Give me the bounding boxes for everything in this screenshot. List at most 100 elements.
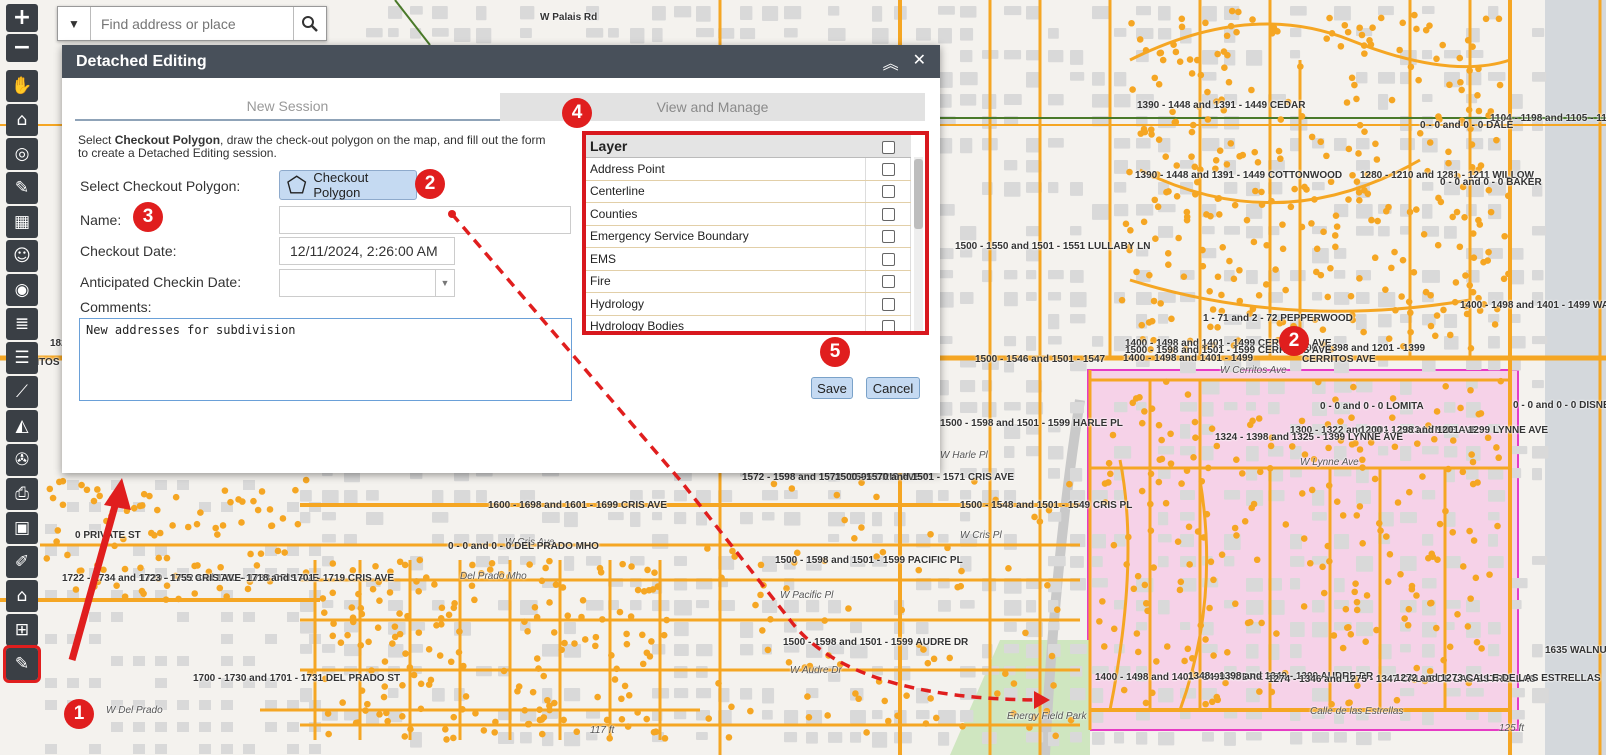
layer-checkbox[interactable] bbox=[881, 230, 895, 244]
address-point bbox=[1279, 221, 1286, 228]
layer-row[interactable]: Hydrology bbox=[586, 292, 911, 316]
search-source-dropdown[interactable]: ▼ bbox=[58, 7, 91, 40]
address-point bbox=[425, 681, 433, 688]
grid-button[interactable]: ⊞ bbox=[6, 614, 38, 646]
layer-checkbox[interactable] bbox=[881, 297, 895, 311]
building bbox=[1202, 446, 1214, 461]
user-check-button[interactable]: ☺ bbox=[6, 240, 38, 272]
checkout-polygon-button[interactable]: Checkout Polygon bbox=[279, 170, 417, 200]
layer-checkbox[interactable] bbox=[881, 252, 895, 266]
building bbox=[1114, 138, 1131, 149]
building bbox=[1092, 336, 1104, 347]
address-point bbox=[898, 606, 906, 614]
address-point bbox=[386, 589, 394, 596]
address-point bbox=[1350, 383, 1357, 391]
search-input[interactable] bbox=[91, 7, 293, 40]
comments-textarea[interactable]: New addresses for subdivision bbox=[79, 318, 572, 401]
building bbox=[960, 226, 977, 241]
home-button[interactable]: ⌂ bbox=[6, 104, 38, 136]
address-point bbox=[1476, 221, 1484, 228]
address-point bbox=[1155, 81, 1163, 88]
layer-checkbox[interactable] bbox=[881, 207, 895, 221]
checkout-polygon-button-label: Checkout Polygon bbox=[313, 170, 369, 200]
address-point bbox=[1192, 434, 1199, 442]
address-point bbox=[279, 515, 287, 522]
address-point bbox=[1469, 43, 1476, 51]
address-point bbox=[825, 652, 832, 659]
clipboard-button[interactable]: ▣ bbox=[6, 512, 38, 544]
save-button[interactable]: Save bbox=[811, 377, 853, 399]
address-point bbox=[1022, 629, 1029, 637]
zoom-in-button[interactable]: + bbox=[6, 4, 38, 32]
address-point bbox=[1313, 245, 1321, 253]
building bbox=[696, 6, 711, 22]
address-point bbox=[1475, 65, 1482, 73]
address-point bbox=[1478, 645, 1485, 652]
address-point bbox=[1214, 50, 1221, 58]
layer-row[interactable]: EMS bbox=[586, 247, 911, 271]
address-point bbox=[1227, 22, 1235, 30]
address-point bbox=[1189, 654, 1196, 662]
address-point bbox=[1218, 551, 1226, 558]
name-field[interactable] bbox=[279, 206, 571, 234]
map-label: 1390 - 1448 and 1391 - 1449 CEDAR bbox=[1137, 100, 1306, 111]
address-point bbox=[1005, 564, 1012, 572]
layer-row[interactable]: Fire bbox=[586, 270, 911, 293]
building bbox=[1246, 468, 1258, 481]
tab-new-session[interactable]: New Session bbox=[75, 93, 500, 121]
detached-editing-icon: ✎ bbox=[14, 653, 30, 674]
layer-row[interactable]: Emergency Service Boundary bbox=[586, 225, 911, 248]
layer-list-scrollbar[interactable] bbox=[914, 157, 923, 331]
locate-button[interactable]: ◎ bbox=[6, 138, 38, 170]
search-button[interactable] bbox=[293, 7, 326, 40]
layers-button[interactable]: ≣ bbox=[6, 308, 38, 340]
address-point bbox=[1491, 321, 1499, 328]
zoom-out-button[interactable]: − bbox=[6, 34, 38, 62]
building bbox=[322, 512, 336, 521]
house-button[interactable]: ⌂ bbox=[6, 580, 38, 612]
select-all-checkbox[interactable] bbox=[881, 140, 895, 154]
building bbox=[1290, 270, 1306, 282]
layer-row[interactable]: Centerline bbox=[586, 180, 911, 203]
address-point bbox=[1446, 81, 1453, 89]
detached-editing-button[interactable]: ✎ bbox=[3, 645, 41, 683]
address-point bbox=[875, 678, 883, 685]
film-button[interactable]: ✇ bbox=[6, 444, 38, 476]
address-point bbox=[752, 601, 759, 609]
list-button[interactable]: ☰ bbox=[6, 342, 38, 374]
layer-row[interactable]: Address Point bbox=[586, 157, 911, 181]
layer-row[interactable]: Hydrology Bodies bbox=[586, 315, 911, 331]
education-button[interactable]: ◭ bbox=[6, 410, 38, 442]
layer-checkbox[interactable] bbox=[881, 185, 895, 199]
address-point bbox=[1472, 574, 1480, 582]
checkout-date-field[interactable]: 12/11/2024, 2:26:00 AM bbox=[279, 237, 455, 265]
building bbox=[1004, 600, 1022, 616]
building bbox=[1092, 204, 1109, 220]
building bbox=[1246, 732, 1262, 741]
building bbox=[1422, 578, 1437, 589]
collapse-icon[interactable]: ︽ bbox=[883, 50, 899, 74]
layer-row[interactable]: Counties bbox=[586, 202, 911, 226]
layer-checkbox[interactable] bbox=[881, 320, 895, 331]
layer-checkbox[interactable] bbox=[881, 275, 895, 289]
map-edit-button[interactable]: ✐ bbox=[6, 546, 38, 578]
building bbox=[1356, 314, 1367, 330]
scroll-thumb[interactable] bbox=[914, 159, 923, 229]
view-button[interactable]: ◉ bbox=[6, 274, 38, 306]
close-icon[interactable]: ✕ bbox=[913, 50, 926, 74]
address-point bbox=[1163, 643, 1171, 650]
edit-button[interactable]: ✎ bbox=[6, 172, 38, 204]
layer-checkbox[interactable] bbox=[881, 162, 895, 176]
address-point bbox=[621, 682, 629, 690]
cancel-button[interactable]: Cancel bbox=[866, 377, 920, 399]
date-dropdown-arrow-icon[interactable]: ▼ bbox=[435, 270, 454, 296]
basemap-button[interactable]: ▦ bbox=[6, 206, 38, 238]
building bbox=[1400, 446, 1412, 462]
building bbox=[476, 556, 491, 568]
measure-button[interactable]: ⟋ bbox=[6, 376, 38, 408]
print-button[interactable]: ⎙ bbox=[6, 478, 38, 510]
building bbox=[740, 688, 753, 700]
checkin-date-field[interactable]: ▼ bbox=[279, 269, 455, 297]
pan-button[interactable]: ✋ bbox=[6, 70, 38, 102]
address-point bbox=[558, 646, 565, 654]
